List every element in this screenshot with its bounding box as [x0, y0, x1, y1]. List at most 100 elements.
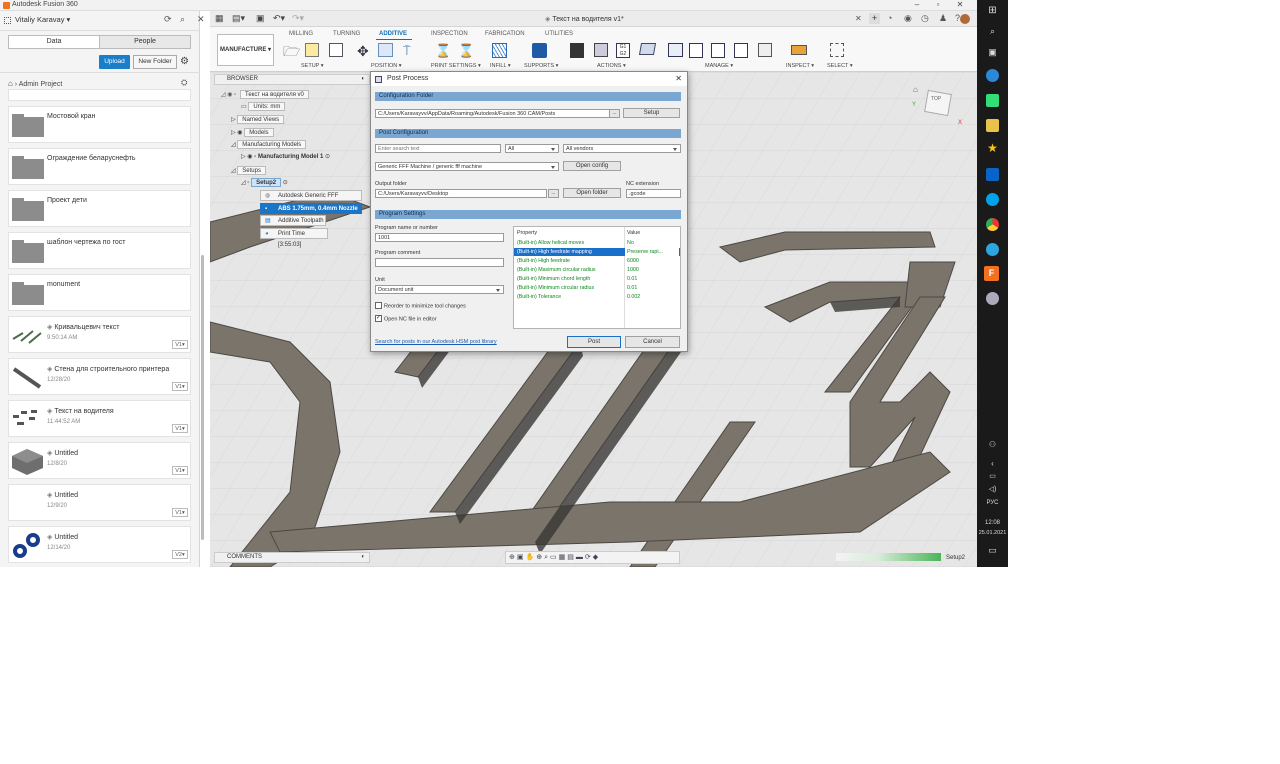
clock-time[interactable]: 12:08: [977, 520, 1008, 526]
section-icon[interactable]: ▬: [576, 554, 585, 561]
task-view-icon[interactable]: ▣: [977, 47, 1008, 58]
grid-icon[interactable]: ▦: [215, 13, 224, 24]
setup-button[interactable]: Setup: [623, 108, 680, 118]
clock-icon[interactable]: ◷: [921, 13, 929, 24]
store-icon[interactable]: [986, 94, 999, 107]
redo-icon[interactable]: ↷▾: [292, 13, 304, 24]
zoom-icon[interactable]: ⊕: [536, 554, 544, 561]
generate-icon[interactable]: [570, 43, 584, 58]
browse-config-button[interactable]: ...: [609, 109, 620, 118]
filter-dropdown[interactable]: All: [505, 144, 559, 153]
group-manage[interactable]: MANAGE ▾: [705, 63, 733, 69]
list-item[interactable]: ◈ Untitled 12/9/20 V1▾: [8, 484, 191, 521]
avatar[interactable]: [960, 14, 970, 24]
people-icon[interactable]: ⛭: [181, 78, 187, 88]
group-inspect[interactable]: INSPECT ▾: [786, 63, 814, 69]
tab-milling[interactable]: MILLING: [289, 31, 313, 37]
list-item[interactable]: Проект дети: [8, 190, 191, 227]
version-badge[interactable]: V1▾: [172, 466, 188, 475]
group-print-settings[interactable]: PRINT SETTINGS ▾: [431, 63, 481, 69]
tree-setups[interactable]: ◿ Setups: [231, 166, 266, 175]
chrome-icon[interactable]: [986, 218, 999, 231]
gear-icon[interactable]: ⚙: [180, 56, 189, 67]
open-config-button[interactable]: Open config: [563, 161, 621, 171]
supports-icon[interactable]: [532, 43, 547, 58]
language-indicator[interactable]: РУС: [977, 500, 1008, 506]
list-item[interactable]: Мостовой кран: [8, 106, 191, 143]
radio-icon[interactable]: ⊙: [283, 180, 288, 186]
machine-dropdown[interactable]: Generic FFF Machine / generic fff machin…: [375, 162, 559, 171]
job-status-icon[interactable]: ◉: [904, 13, 912, 24]
tab-inspection[interactable]: INSPECTION: [431, 31, 468, 37]
program-comment-field[interactable]: [375, 258, 504, 267]
browser-panel-header[interactable]: BROWSER ◐: [214, 74, 370, 85]
list-item[interactable]: Ограждение беларуснефть: [8, 148, 191, 185]
tree-manufacturing-model-1[interactable]: ▷ ◉ ▫ Manufacturing Model 1 ⊙: [241, 153, 330, 160]
tab-fabrication[interactable]: FABRICATION: [485, 31, 525, 37]
list-item[interactable]: ◈ Стена для строительного принтера 12/28…: [8, 358, 191, 395]
close-window-button[interactable]: ✕: [950, 0, 970, 9]
tree-units[interactable]: ▭ Units: mm: [241, 102, 286, 111]
table-row[interactable]: (Built-in) Maximum circular radius 1000: [514, 266, 680, 274]
new-setup-icon[interactable]: [305, 43, 319, 57]
tree-setup2[interactable]: ◿ ▫ Setup2 ⊙: [241, 178, 288, 187]
search-icon[interactable]: ⌕: [180, 14, 185, 25]
user-menu[interactable]: Vitaliy Karavay ▾: [4, 15, 70, 24]
post-process-icon[interactable]: G1 G2: [616, 43, 630, 58]
group-setup[interactable]: SETUP ▾: [301, 63, 324, 69]
orbit-icon[interactable]: ⊕: [509, 554, 517, 561]
file-explorer-icon[interactable]: [986, 119, 999, 132]
machine-library-icon[interactable]: [668, 43, 683, 57]
unit-dropdown[interactable]: Document unit: [375, 285, 504, 294]
vendor-dropdown[interactable]: All vendors: [563, 144, 681, 153]
tool-library-icon[interactable]: [689, 43, 703, 58]
rotate-icon[interactable]: ⟳: [585, 554, 593, 561]
app-icon[interactable]: [986, 292, 999, 305]
version-badge[interactable]: V1▾: [172, 382, 188, 391]
save-icon[interactable]: ▣: [256, 13, 265, 24]
breadcrumb[interactable]: ⌂ › Admin Project: [8, 79, 62, 88]
clock-date[interactable]: 25.01.2021: [977, 530, 1008, 536]
pan-icon[interactable]: ✋: [526, 554, 537, 561]
comments-bar[interactable]: COMMENTS ◐: [214, 552, 370, 563]
browse-output-button[interactable]: ...: [548, 189, 559, 198]
file-menu-icon[interactable]: ▤▾: [232, 13, 245, 24]
arrange-icon[interactable]: [378, 43, 393, 57]
people-icon[interactable]: ⚇: [977, 440, 1008, 449]
group-select[interactable]: SELECT ▾: [827, 63, 853, 69]
data-panel-scrollbar[interactable]: [201, 255, 204, 540]
tab-turning[interactable]: TURNING: [333, 31, 360, 37]
document-tab[interactable]: ◈ Текст на водителя v1*: [545, 15, 624, 23]
chevron-left-icon[interactable]: ‹: [977, 459, 1008, 468]
open-folder-icon[interactable]: 🗁: [283, 43, 300, 59]
tree-material[interactable]: ▪ ABS 1.75mm, 0.4mm Nozzle: [260, 203, 362, 214]
undo-icon[interactable]: ↶▾: [273, 13, 285, 24]
star-app-icon[interactable]: ★: [977, 141, 1008, 155]
notifications-icon[interactable]: ▭: [977, 545, 1008, 556]
version-badge[interactable]: V1▾: [172, 424, 188, 433]
extensions-icon[interactable]: ◔: [887, 13, 892, 23]
post-library-link[interactable]: Search for posts in our Autodesk HSM pos…: [375, 339, 497, 345]
table-row[interactable]: (Built-in) Allow helical moves No: [514, 239, 680, 247]
upload-button[interactable]: Upload: [99, 55, 130, 69]
reorder-checkbox-row[interactable]: Reorder to minimize tool changes: [375, 302, 466, 309]
search-icon[interactable]: ⌕: [977, 26, 1008, 37]
tree-machine[interactable]: ◍Autodesk Generic FFF Machine: [260, 190, 362, 210]
tree-print-time[interactable]: ◕ Print Time [3:55:03]: [260, 228, 328, 248]
config-folder-field[interactable]: C:/Users/Karavayvv/AppData/Roaming/Autod…: [375, 109, 611, 118]
bell-icon[interactable]: ♟: [939, 13, 947, 24]
grid-settings-icon[interactable]: ▦: [559, 554, 568, 561]
list-item[interactable]: ◈ Untitled 12/8/20 V1▾: [8, 442, 191, 479]
version-badge[interactable]: V1▾: [172, 508, 188, 517]
export-icon[interactable]: [329, 43, 343, 57]
workspace-switcher[interactable]: MANUFACTURE ▾: [217, 34, 274, 66]
select-icon[interactable]: [830, 43, 844, 57]
fusion-360-icon[interactable]: F: [984, 266, 999, 281]
group-infill[interactable]: INFILL ▾: [490, 63, 511, 69]
tab-utilities[interactable]: UTILITIES: [545, 31, 573, 37]
group-actions[interactable]: ACTIONS ▾: [597, 63, 626, 69]
table-row[interactable]: (Built-in) High feedrate mapping Preserve…: [514, 248, 680, 256]
minimize-button[interactable]: –: [907, 0, 927, 9]
reorder-checkbox[interactable]: [375, 302, 382, 309]
version-badge[interactable]: V2▾: [172, 550, 188, 559]
